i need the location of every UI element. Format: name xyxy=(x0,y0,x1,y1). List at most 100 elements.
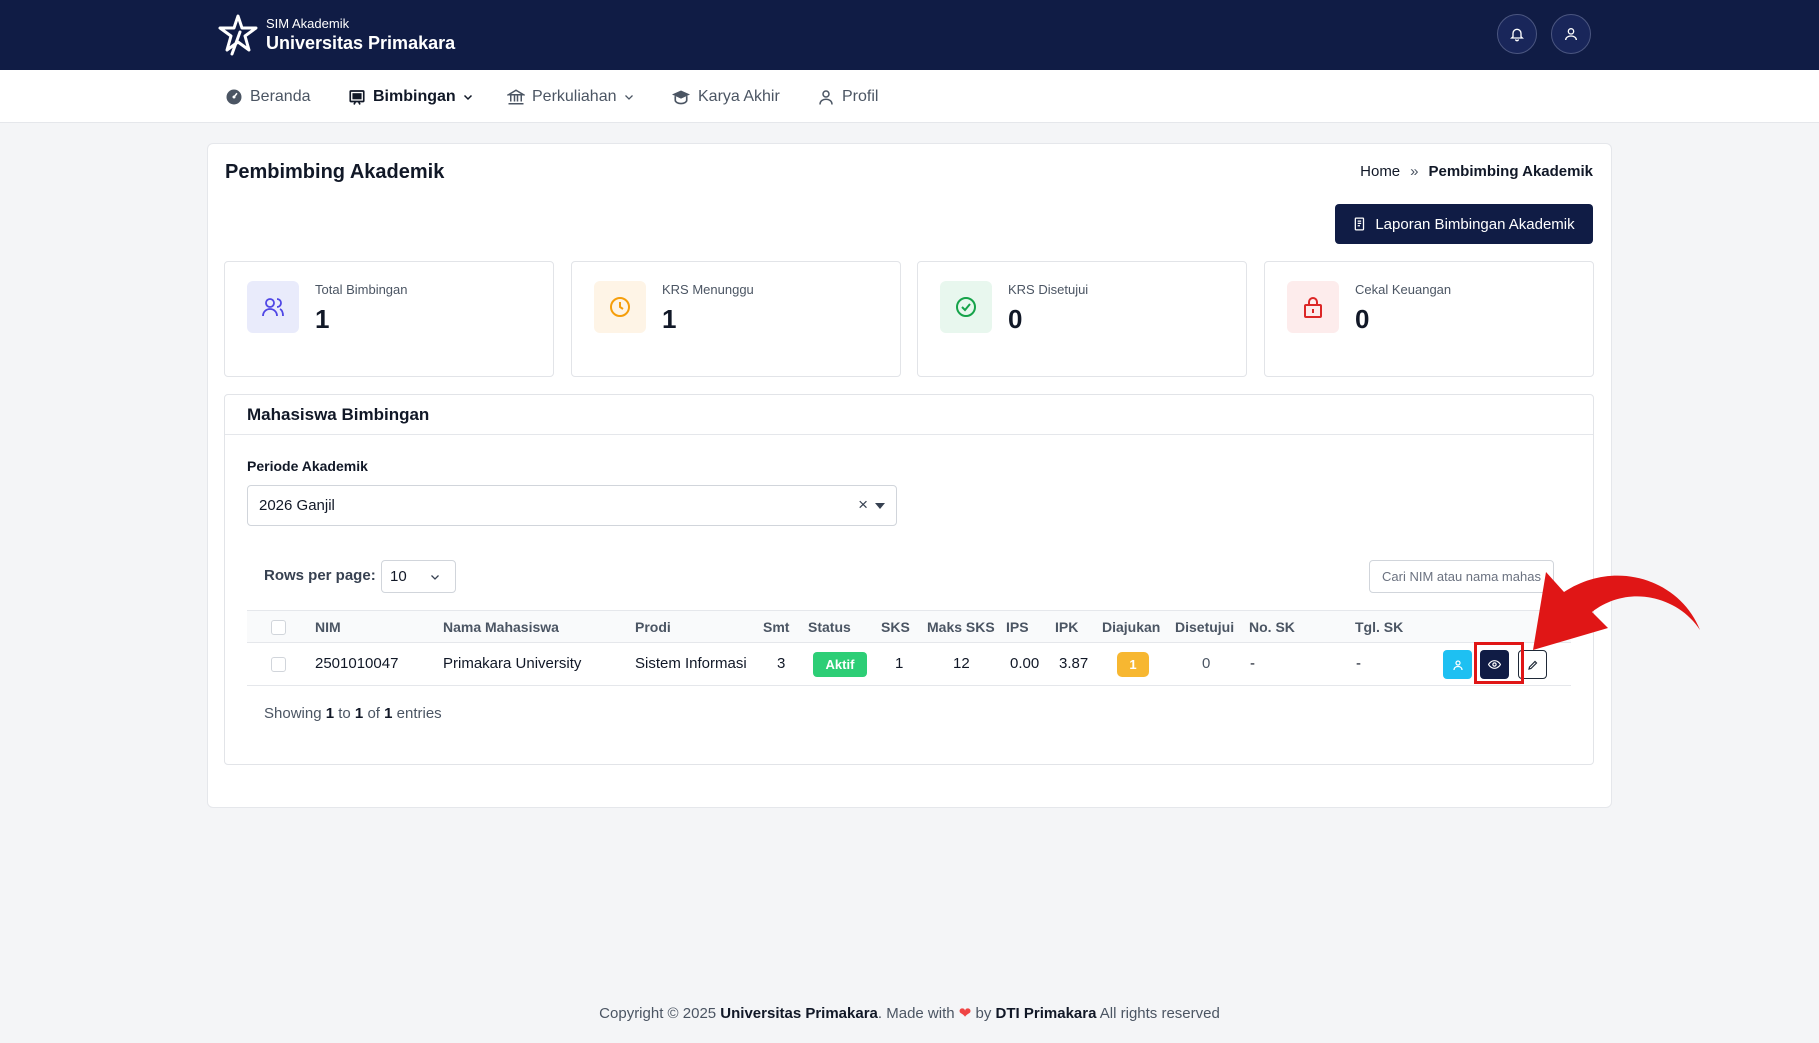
stat-card-krs-menunggu: KRS Menunggu 1 xyxy=(571,261,901,377)
profile-button[interactable] xyxy=(1551,14,1591,54)
brand[interactable]: SIM Akademik Universitas Primakara xyxy=(218,14,455,56)
stat-value: 0 xyxy=(1008,304,1023,334)
column-header[interactable]: Maks SKS xyxy=(927,619,995,635)
nav-item-perkuliahan[interactable]: Perkuliahan xyxy=(507,70,635,123)
stat-card-krs-disetujui: KRS Disetujui 0 xyxy=(917,261,1247,377)
app-name: Universitas Primakara xyxy=(266,33,456,53)
showing-from: 1 xyxy=(325,705,335,722)
showing-of-word: of xyxy=(367,705,380,722)
cell-maks-sks: 12 xyxy=(953,655,970,672)
table-row: 2501010047 Primakara University Sistem I… xyxy=(247,643,1571,686)
nav-item-profil[interactable]: Profil xyxy=(817,70,878,123)
stat-label: Total Bimbingan xyxy=(315,282,408,297)
student-detail-button[interactable] xyxy=(1443,650,1472,679)
column-header[interactable]: IPK xyxy=(1055,619,1078,635)
clear-icon[interactable]: × xyxy=(858,495,868,515)
board-icon xyxy=(349,89,365,105)
stat-value: 1 xyxy=(315,304,330,334)
status-badge: Aktif xyxy=(813,652,867,677)
periode-label: Periode Akademik xyxy=(247,458,368,474)
column-header[interactable]: No. SK xyxy=(1249,619,1295,635)
students-card-header: Mahasiswa Bimbingan xyxy=(225,395,1593,435)
breadcrumb-current: Pembimbing Akademik xyxy=(1428,163,1594,180)
chevron-down-icon xyxy=(431,575,439,580)
showing-suffix: entries xyxy=(396,705,442,722)
rows-per-page-select[interactable]: 10 xyxy=(381,560,456,593)
nav-item-beranda[interactable]: Beranda xyxy=(225,70,311,123)
nav-label: Bimbingan xyxy=(373,87,456,105)
cell-ipk: 3.87 xyxy=(1059,655,1089,672)
main-nav: Beranda Bimbingan Perkuliahan Karya Akhi… xyxy=(0,70,1819,123)
column-header[interactable]: NIM xyxy=(315,619,341,635)
column-header[interactable]: Smt xyxy=(763,619,789,635)
periode-value: 2026 Ganjil xyxy=(259,497,335,514)
nav-label: Perkuliahan xyxy=(532,87,617,105)
stat-value: 1 xyxy=(662,304,677,334)
cell-tgl-sk: - xyxy=(1356,655,1361,672)
graduation-cap-icon xyxy=(672,89,690,104)
diajukan-badge: 1 xyxy=(1117,652,1149,677)
cell-ips: 0.00 xyxy=(1010,655,1040,672)
periode-select[interactable]: 2026 Ganjil × xyxy=(247,485,897,526)
footer-made-with: . Made with xyxy=(877,1005,955,1022)
footer-rights: All rights reserved xyxy=(1099,1005,1220,1022)
table-header: NIM Nama Mahasiswa Prodi Smt Status SKS … xyxy=(247,610,1571,643)
nav-label: Karya Akhir xyxy=(698,87,780,105)
nav-item-bimbingan[interactable]: Bimbingan xyxy=(348,70,474,123)
column-header[interactable]: SKS xyxy=(881,619,910,635)
chevron-down-icon xyxy=(624,94,633,100)
user-icon xyxy=(1565,28,1577,41)
stat-icon-box xyxy=(247,281,299,333)
app-subtitle: SIM Akademik xyxy=(266,16,350,31)
report-button[interactable]: Laporan Bimbingan Akademik xyxy=(1335,204,1593,244)
cell-nim: 2501010047 xyxy=(315,655,399,672)
column-header[interactable]: Tgl. SK xyxy=(1355,619,1403,635)
stat-icon-box xyxy=(1287,281,1339,333)
stat-label: KRS Disetujui xyxy=(1008,282,1089,297)
users-icon xyxy=(262,298,284,317)
eye-icon xyxy=(1488,660,1501,669)
column-header[interactable]: Status xyxy=(808,619,851,635)
column-header[interactable]: Diajukan xyxy=(1102,619,1160,635)
footer-team[interactable]: DTI Primakara xyxy=(996,1005,1097,1022)
report-button-label: Laporan Bimbingan Akademik xyxy=(1375,215,1575,233)
caret-down-icon[interactable] xyxy=(875,503,885,509)
column-header[interactable]: IPS xyxy=(1006,619,1029,635)
stat-label: KRS Menunggu xyxy=(662,282,754,297)
showing-entries: Showing 1 to 1 of 1 entries xyxy=(264,705,442,722)
lock-icon xyxy=(1304,297,1322,318)
stat-icon-box xyxy=(594,281,646,333)
rows-per-page-label: Rows per page: xyxy=(264,567,376,584)
check-circle-icon xyxy=(956,297,976,317)
user-icon xyxy=(819,89,833,105)
footer: Copyright © 2025 Universitas Primakara. … xyxy=(0,1004,1819,1022)
user-icon xyxy=(1452,659,1463,670)
showing-to: 1 xyxy=(354,705,364,722)
notification-button[interactable] xyxy=(1497,14,1537,54)
breadcrumb-home[interactable]: Home xyxy=(1360,163,1400,180)
nav-item-karya-akhir[interactable]: Karya Akhir xyxy=(671,70,780,123)
footer-org[interactable]: Universitas Primakara xyxy=(720,1005,878,1022)
view-button[interactable] xyxy=(1480,650,1509,679)
stat-label: Cekal Keuangan xyxy=(1355,282,1452,297)
nav-label: Profil xyxy=(842,87,879,105)
breadcrumb-separator: » xyxy=(1410,163,1419,180)
page-title: Pembimbing Akademik xyxy=(225,161,445,183)
top-bar: SIM Akademik Universitas Primakara xyxy=(0,0,1819,70)
footer-copyright: Copyright © 2025 xyxy=(599,1005,717,1022)
column-header[interactable]: Nama Mahasiswa xyxy=(443,619,559,635)
select-all-checkbox[interactable] xyxy=(271,620,286,635)
rows-per-page-value: 10 xyxy=(390,568,407,585)
stat-icon-box xyxy=(940,281,992,333)
row-checkbox[interactable] xyxy=(271,657,286,672)
stat-card-cekal-keuangan: Cekal Keuangan 0 xyxy=(1264,261,1594,377)
cell-no-sk: - xyxy=(1250,655,1255,672)
bell-icon xyxy=(1510,28,1524,42)
students-title: Mahasiswa Bimbingan xyxy=(247,405,430,424)
column-header[interactable]: Disetujui xyxy=(1175,619,1234,635)
cell-prodi: Sistem Informasi xyxy=(635,655,747,672)
search-input[interactable] xyxy=(1369,560,1554,593)
column-header[interactable]: Prodi xyxy=(635,619,671,635)
stat-card-total-bimbingan: Total Bimbingan 1 xyxy=(224,261,554,377)
cell-disetujui: 0 xyxy=(1202,655,1211,672)
